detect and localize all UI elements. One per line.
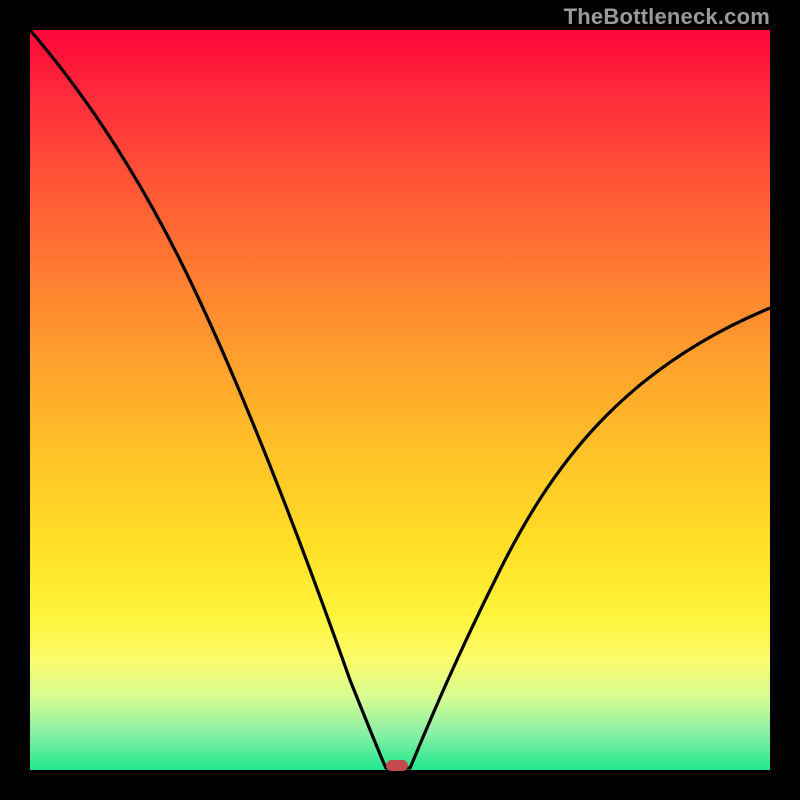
chart-frame: TheBottleneck.com [0, 0, 800, 800]
bottleneck-curve-line [30, 30, 770, 768]
chart-minimum-marker [386, 760, 408, 771]
watermark-text: TheBottleneck.com [564, 4, 770, 30]
chart-plot-area [30, 30, 770, 770]
